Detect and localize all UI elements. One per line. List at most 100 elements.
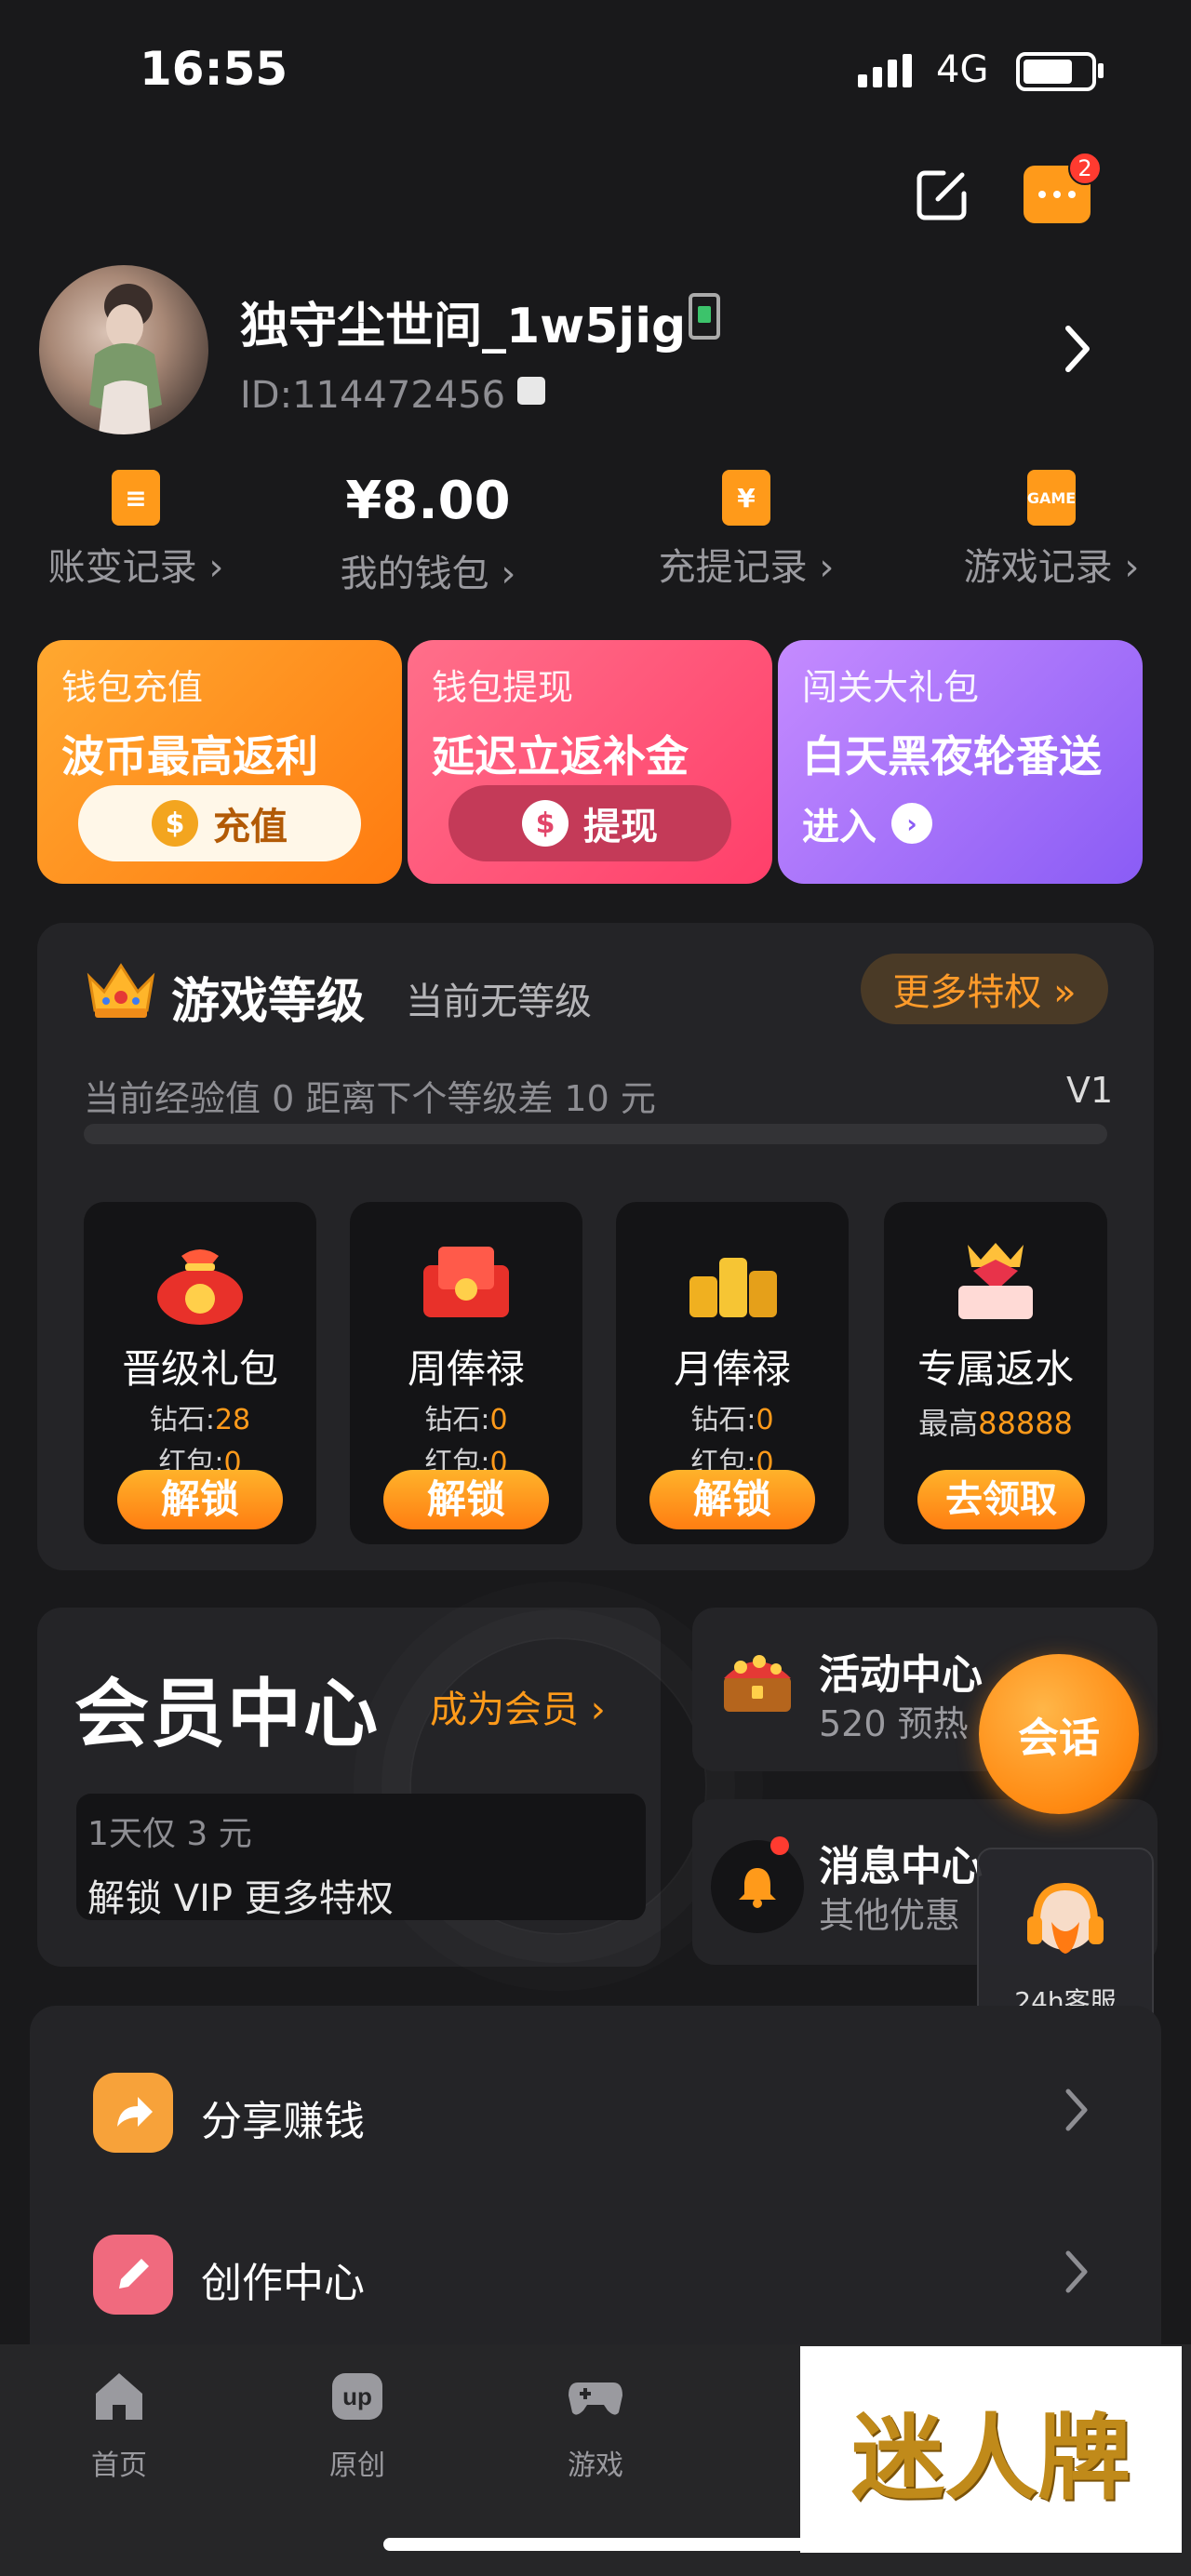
network-label: 4G [936, 48, 989, 91]
reward-name: 晋级礼包 [121, 1346, 278, 1392]
user-id: ID:114472456 [240, 374, 506, 417]
coin-icon: $ [522, 800, 569, 847]
activity-center-title: 活动中心 [819, 1651, 983, 1699]
game-records[interactable]: GAME 游戏记录 › [921, 470, 1182, 591]
enter-button-label: 进入 [802, 806, 877, 848]
unread-dot [770, 1836, 789, 1855]
treasure-chest-icon [724, 1655, 791, 1712]
promo-withdraw[interactable]: 钱包提现 延迟立返补金 $ 提现 [408, 640, 772, 884]
promo-recharge-title: 钱包充值 [61, 667, 204, 708]
member-center-title: 会员中心 [74, 1671, 380, 1757]
headset-icon [1027, 1882, 1104, 1954]
member-price: 1天仅 3 元 [87, 1815, 252, 1853]
wallet-balance: ¥8.00 [345, 471, 511, 531]
share-icon [93, 2073, 173, 2153]
recharge-button[interactable]: $ 充值 [78, 785, 361, 861]
nav-label: 游戏 [568, 2449, 623, 2482]
message-badge: 2 [1068, 152, 1102, 185]
unlock-button[interactable]: 解锁 [649, 1470, 815, 1529]
profile-chevron-icon[interactable] [1059, 321, 1096, 377]
bell-icon [711, 1840, 804, 1933]
ledger-label: 账变记录 › [47, 546, 224, 589]
svg-text:up: up [342, 2382, 372, 2410]
reward-name: 周俸禄 [407, 1346, 525, 1392]
promo-withdraw-title: 钱包提现 [432, 667, 574, 708]
home-indicator [383, 2538, 808, 2551]
gift-box-icon [958, 1243, 1033, 1319]
nav-games[interactable]: 游戏 [530, 2368, 661, 2483]
ledger-records[interactable]: ≡ 账变记录 › [6, 470, 266, 591]
promo-recharge-subtitle: 波币最高返利 [61, 731, 318, 781]
become-member-link[interactable]: 成为会员 › [430, 1679, 606, 1733]
message-center-title: 消息中心 [819, 1843, 983, 1890]
member-offer[interactable]: 1天仅 3 元 解锁 VIP 更多特权 [76, 1794, 646, 1920]
promo-withdraw-subtitle: 延迟立返补金 [432, 731, 689, 781]
avatar[interactable] [39, 265, 208, 434]
claim-button[interactable]: 去领取 [917, 1470, 1085, 1529]
nav-label: 首页 [91, 2449, 147, 2482]
message-center-subtitle: 其他优惠 [819, 1895, 961, 1936]
copy-icon[interactable] [517, 377, 545, 405]
battery-icon [1016, 52, 1096, 91]
unlock-button[interactable]: 解锁 [117, 1470, 283, 1529]
reward-name: 月俸禄 [673, 1346, 791, 1392]
crown-icon [87, 963, 155, 1018]
exp-text: 当前经验值 0 距离下个等级差 10 元 [84, 1078, 656, 1119]
reward-diamond: 钻石:0 [424, 1404, 508, 1436]
member-benefit: 解锁 VIP 更多特权 [87, 1877, 394, 1920]
recharge-records[interactable]: ¥ 充提记录 › [616, 470, 877, 591]
menu-item-share[interactable]: 分享赚钱 [30, 2039, 1161, 2179]
more-privileges-button[interactable]: 更多特权 » [861, 954, 1108, 1024]
next-level-label: V1 [1066, 1070, 1114, 1111]
customer-service-button[interactable]: 24h客服 [977, 1848, 1154, 2026]
chevron-right-icon [1065, 2089, 1088, 2131]
recharge-label: 充提记录 › [658, 546, 835, 589]
withdraw-button-label: 提现 [583, 806, 658, 848]
reward-diamond: 钻石:28 [149, 1404, 251, 1436]
battery-tip [1098, 63, 1104, 78]
recharge-button-label: 充值 [213, 806, 288, 848]
promo-gift-subtitle: 白天黑夜轮番送 [802, 731, 1102, 781]
pencil-icon [93, 2235, 173, 2315]
menu-item-label: 分享赚钱 [201, 2098, 365, 2145]
activity-center-subtitle: 520 预热 [819, 1703, 969, 1744]
withdraw-button[interactable]: $ 提现 [448, 785, 731, 861]
promo-gift-title: 闯关大礼包 [802, 667, 980, 708]
edit-icon[interactable] [912, 166, 971, 225]
yuan-wallet-icon: ¥ [722, 470, 770, 526]
nav-label: 原创 [329, 2449, 385, 2482]
gamepad-icon [569, 2382, 622, 2415]
arrow-right-icon: › [891, 803, 932, 844]
username: 独守尘世间_1w5jig [240, 299, 687, 354]
promo-level-gift[interactable]: 闯关大礼包 白天黑夜轮番送 进入 › [778, 640, 1143, 884]
red-envelope-icon [423, 1247, 509, 1317]
nav-original[interactable]: up 原创 [292, 2368, 422, 2483]
game-level-title: 游戏等级 [171, 974, 366, 1030]
ledger-icon: ≡ [112, 470, 160, 526]
reward-card: 专属返水 最高88888 去领取 [884, 1202, 1107, 1544]
coin-icon: $ [152, 800, 198, 847]
game-records-label: 游戏记录 › [963, 546, 1140, 589]
nav-home[interactable]: 首页 [54, 2368, 184, 2483]
menu-item-label: 创作中心 [201, 2260, 365, 2307]
reward-max: 最高88888 [918, 1406, 1073, 1441]
reward-name: 专属返水 [917, 1346, 1074, 1392]
my-wallet[interactable]: ¥8.00 我的钱包 › [298, 471, 558, 597]
home-icon [96, 2373, 142, 2420]
up-icon: up [332, 2373, 382, 2420]
signal-icon [858, 54, 917, 87]
chevron-right-icon [1065, 2250, 1088, 2293]
game-card-icon: GAME [1027, 470, 1076, 526]
chat-fab-button[interactable]: 会话 [979, 1654, 1139, 1814]
unlock-button[interactable]: 解锁 [383, 1470, 549, 1529]
exp-progress-bar [84, 1124, 1107, 1144]
promo-recharge[interactable]: 钱包充值 波币最高返利 $ 充值 [37, 640, 402, 884]
enter-button[interactable]: 进入 › [802, 785, 932, 861]
game-level-status: 当前无等级 [406, 981, 592, 1023]
phone-verified-icon [689, 293, 720, 340]
menu-item-creation[interactable]: 创作中心 [30, 2201, 1161, 2341]
brand-watermark: 迷人牌 [800, 2346, 1182, 2553]
lucky-bag-icon [157, 1249, 243, 1325]
reward-diamond: 钻石:0 [690, 1404, 774, 1436]
status-time: 16:55 [140, 42, 288, 96]
